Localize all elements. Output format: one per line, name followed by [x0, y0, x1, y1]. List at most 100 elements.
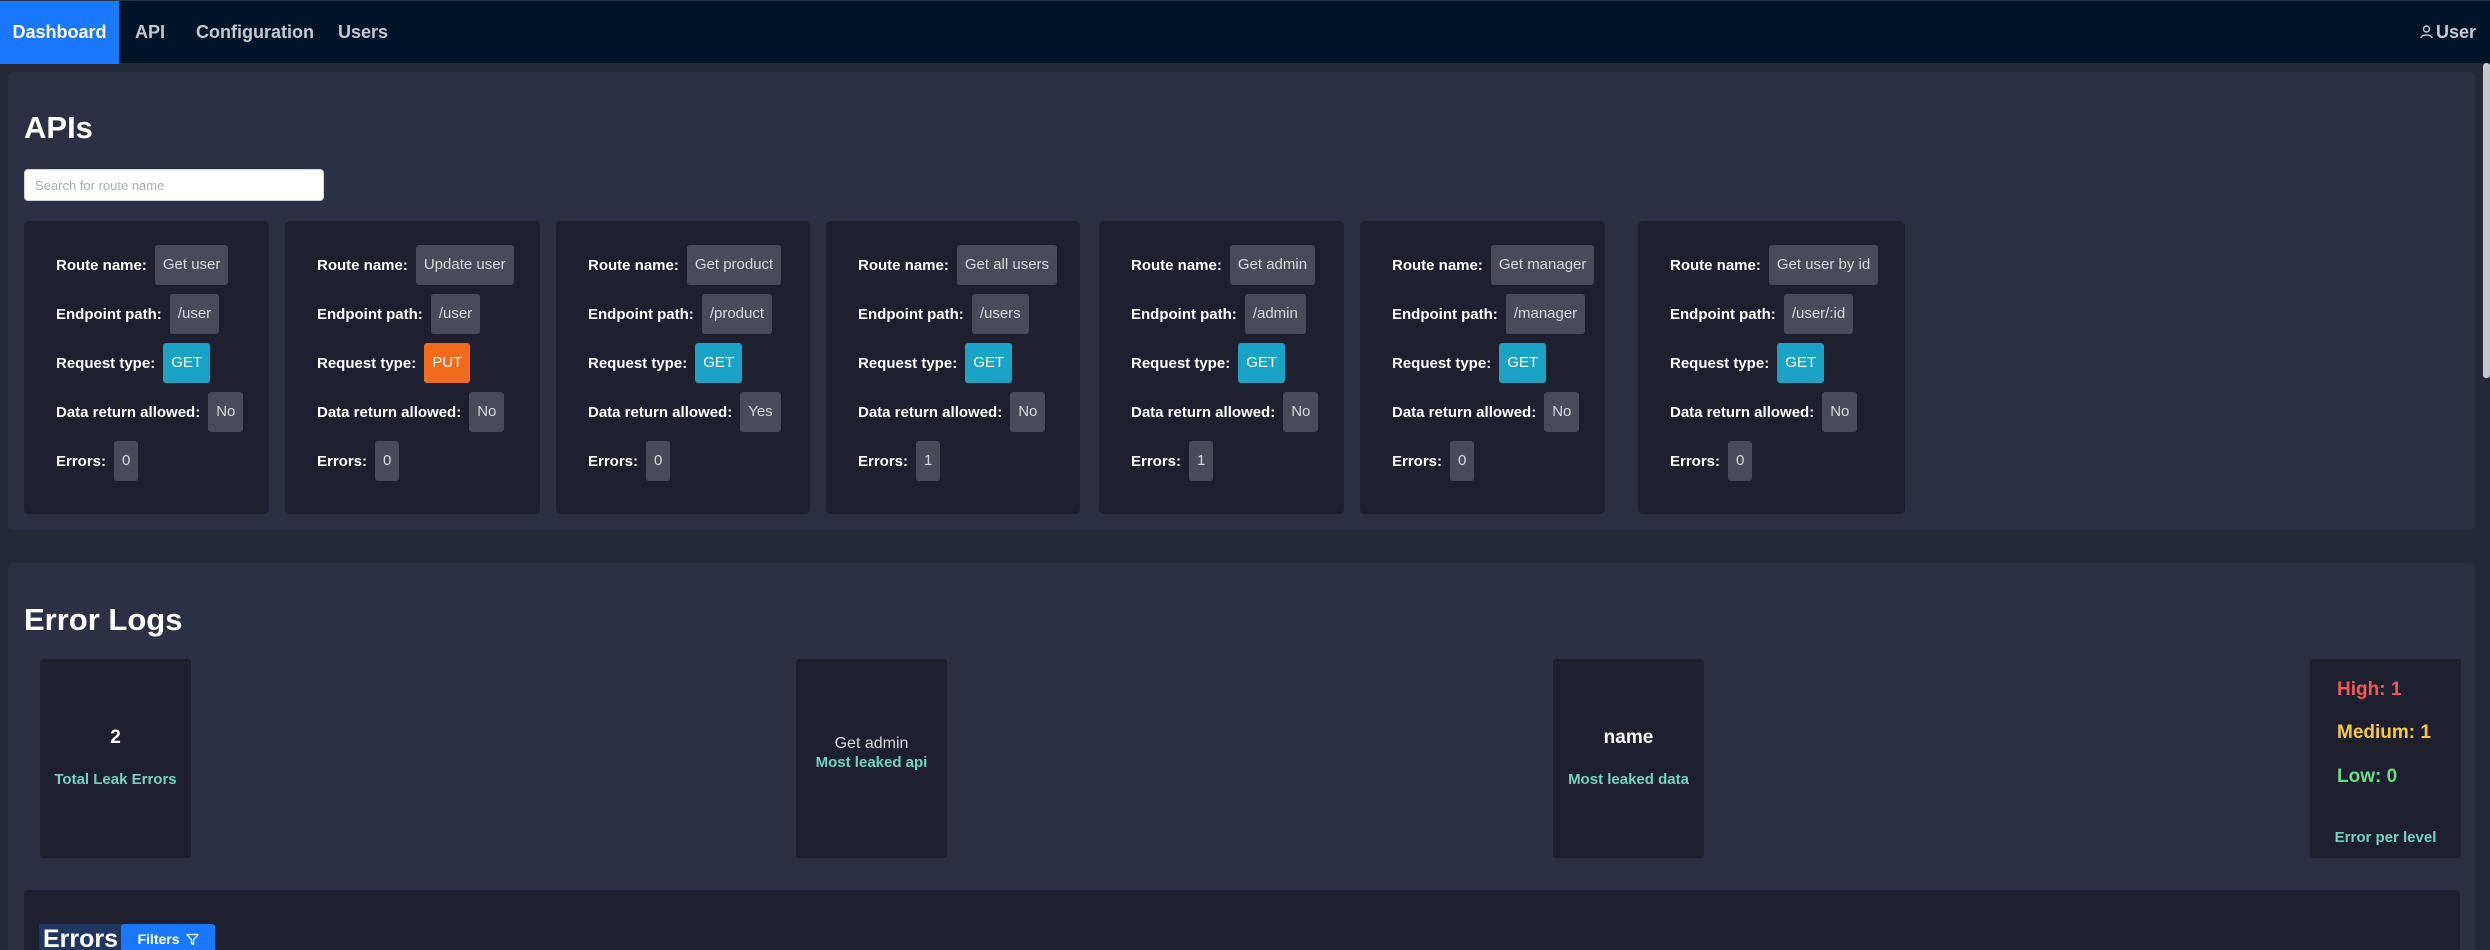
nav-dashboard[interactable]: Dashboard — [0, 1, 119, 64]
endpoint-path-value: /user — [169, 294, 220, 334]
request-type-value: GET — [1499, 343, 1547, 383]
most-leaked-data-label: Most leaked data — [1568, 771, 1689, 788]
request-type-row: Request type: GET — [1392, 343, 1547, 383]
route-name-value: Get user by id — [1768, 245, 1879, 285]
api-card[interactable]: Route name: Get manager Endpoint path: /man… — [1360, 221, 1605, 514]
route-name-row: Route name: Get manager — [1392, 245, 1595, 285]
level-high: High: 1 — [2337, 679, 2402, 700]
errors-row: Errors: 1 — [858, 441, 941, 481]
request-type-value: GET — [1238, 343, 1286, 383]
endpoint-path-label: Endpoint path: — [1131, 305, 1237, 323]
request-type-value: GET — [1777, 343, 1825, 383]
api-card[interactable]: Route name: Get user by id Endpoint path: /… — [1638, 221, 1905, 514]
endpoint-path-label: Endpoint path: — [858, 305, 964, 323]
data-return-label: Data return allowed: — [588, 403, 733, 421]
route-name-row: Route name: Get product — [588, 245, 782, 285]
endpoint-path-value: /user/:id — [1783, 294, 1854, 334]
route-name-label: Route name: — [858, 256, 949, 274]
endpoint-path-label: Endpoint path: — [1392, 305, 1498, 323]
request-type-row: Request type: GET — [1131, 343, 1286, 383]
error-per-level-card: High: 1 Medium: 1 Low: 0 Error per level — [2310, 659, 2461, 858]
user-menu[interactable]: User — [2420, 1, 2476, 64]
most-leaked-data-value: name — [1603, 727, 1654, 748]
data-return-row: Data return allowed: No — [317, 392, 505, 432]
route-name-value: Update user — [415, 245, 514, 285]
endpoint-path-label: Endpoint path: — [56, 305, 162, 323]
endpoint-path-row: Endpoint path: /user — [317, 294, 481, 334]
data-return-label: Data return allowed: — [858, 403, 1003, 421]
endpoint-path-row: Endpoint path: /users — [858, 294, 1029, 334]
request-type-label: Request type: — [1670, 354, 1770, 372]
request-type-value: PUT — [424, 343, 471, 383]
data-return-value: No — [1283, 392, 1319, 432]
api-card[interactable]: Route name: Get all users Endpoint path: /u… — [826, 221, 1080, 514]
endpoint-path-row: Endpoint path: /manager — [1392, 294, 1586, 334]
nav-users[interactable]: Users — [338, 1, 388, 64]
data-return-value: No — [469, 392, 505, 432]
route-name-label: Route name: — [588, 256, 679, 274]
api-card[interactable]: Route name: Get product Endpoint path: /pro… — [556, 221, 810, 514]
api-card[interactable]: Route name: Get user Endpoint path: /user Re… — [24, 221, 269, 514]
route-name-label: Route name: — [56, 256, 147, 274]
most-leaked-api-card: Get admin Most leaked api — [796, 659, 947, 858]
nav-configuration[interactable]: Configuration — [196, 1, 314, 64]
level-low: Low: 0 — [2337, 766, 2398, 787]
data-return-value: No — [1010, 392, 1046, 432]
filters-button[interactable]: Filters — [121, 924, 215, 950]
data-return-value: No — [208, 392, 244, 432]
route-name-label: Route name: — [317, 256, 408, 274]
errors-value: 0 — [375, 441, 400, 481]
data-return-label: Data return allowed: — [56, 403, 201, 421]
data-return-value: Yes — [740, 392, 781, 432]
route-name-row: Route name: Get user by id — [1670, 245, 1879, 285]
errors-section: Errors Filters — [24, 890, 2460, 950]
api-card[interactable]: Route name: Update user Endpoint path: /use… — [285, 221, 540, 514]
route-name-row: Route name: Update user — [317, 245, 514, 285]
page-scrollbar[interactable] — [2483, 63, 2490, 378]
endpoint-path-value: /manager — [1505, 294, 1586, 334]
data-return-row: Data return allowed: No — [858, 392, 1046, 432]
endpoint-path-value: /user — [430, 294, 481, 334]
route-name-value: Get admin — [1229, 245, 1316, 285]
endpoint-path-row: Endpoint path: /user — [56, 294, 220, 334]
endpoint-path-label: Endpoint path: — [588, 305, 694, 323]
route-name-value: Get all users — [956, 245, 1058, 285]
errors-title: Errors — [39, 924, 123, 950]
request-type-value: GET — [965, 343, 1013, 383]
request-type-label: Request type: — [858, 354, 958, 372]
route-name-label: Route name: — [1670, 256, 1761, 274]
endpoint-path-label: Endpoint path: — [1670, 305, 1776, 323]
request-type-row: Request type: PUT — [317, 343, 471, 383]
data-return-value: No — [1544, 392, 1580, 432]
request-type-value: GET — [695, 343, 743, 383]
endpoint-path-value: /users — [971, 294, 1029, 334]
errors-value: 0 — [1728, 441, 1753, 481]
nav-api[interactable]: API — [135, 1, 165, 64]
total-leak-errors-label: Total Leak Errors — [54, 771, 177, 788]
endpoint-path-row: Endpoint path: /user/:id — [1670, 294, 1854, 334]
most-leaked-api-value: Get admin — [834, 735, 909, 752]
api-card[interactable]: Route name: Get admin Endpoint path: /admin… — [1099, 221, 1344, 514]
filters-label: Filters — [137, 931, 180, 947]
route-search-input[interactable] — [24, 169, 324, 201]
request-type-row: Request type: GET — [858, 343, 1013, 383]
request-type-label: Request type: — [56, 354, 156, 372]
error-per-level-label: Error per level — [2334, 829, 2437, 846]
errors-value: 0 — [646, 441, 671, 481]
errors-label: Errors: — [1131, 452, 1182, 470]
data-return-value: No — [1822, 392, 1858, 432]
endpoint-path-label: Endpoint path: — [317, 305, 423, 323]
request-type-label: Request type: — [1131, 354, 1231, 372]
errors-value: 0 — [1450, 441, 1475, 481]
top-navbar: Dashboard API Configuration Users User — [0, 0, 2490, 64]
data-return-label: Data return allowed: — [1392, 403, 1537, 421]
most-leaked-data-card: name Most leaked data — [1553, 659, 1704, 858]
route-name-value: Get manager — [1490, 245, 1595, 285]
request-type-row: Request type: GET — [588, 343, 743, 383]
total-leak-errors-card: 2 Total Leak Errors — [40, 659, 191, 858]
data-return-row: Data return allowed: No — [56, 392, 244, 432]
errors-row: Errors: 0 — [1392, 441, 1475, 481]
request-type-label: Request type: — [588, 354, 688, 372]
most-leaked-api-label: Most leaked api — [815, 754, 928, 771]
errors-label: Errors: — [1670, 452, 1721, 470]
